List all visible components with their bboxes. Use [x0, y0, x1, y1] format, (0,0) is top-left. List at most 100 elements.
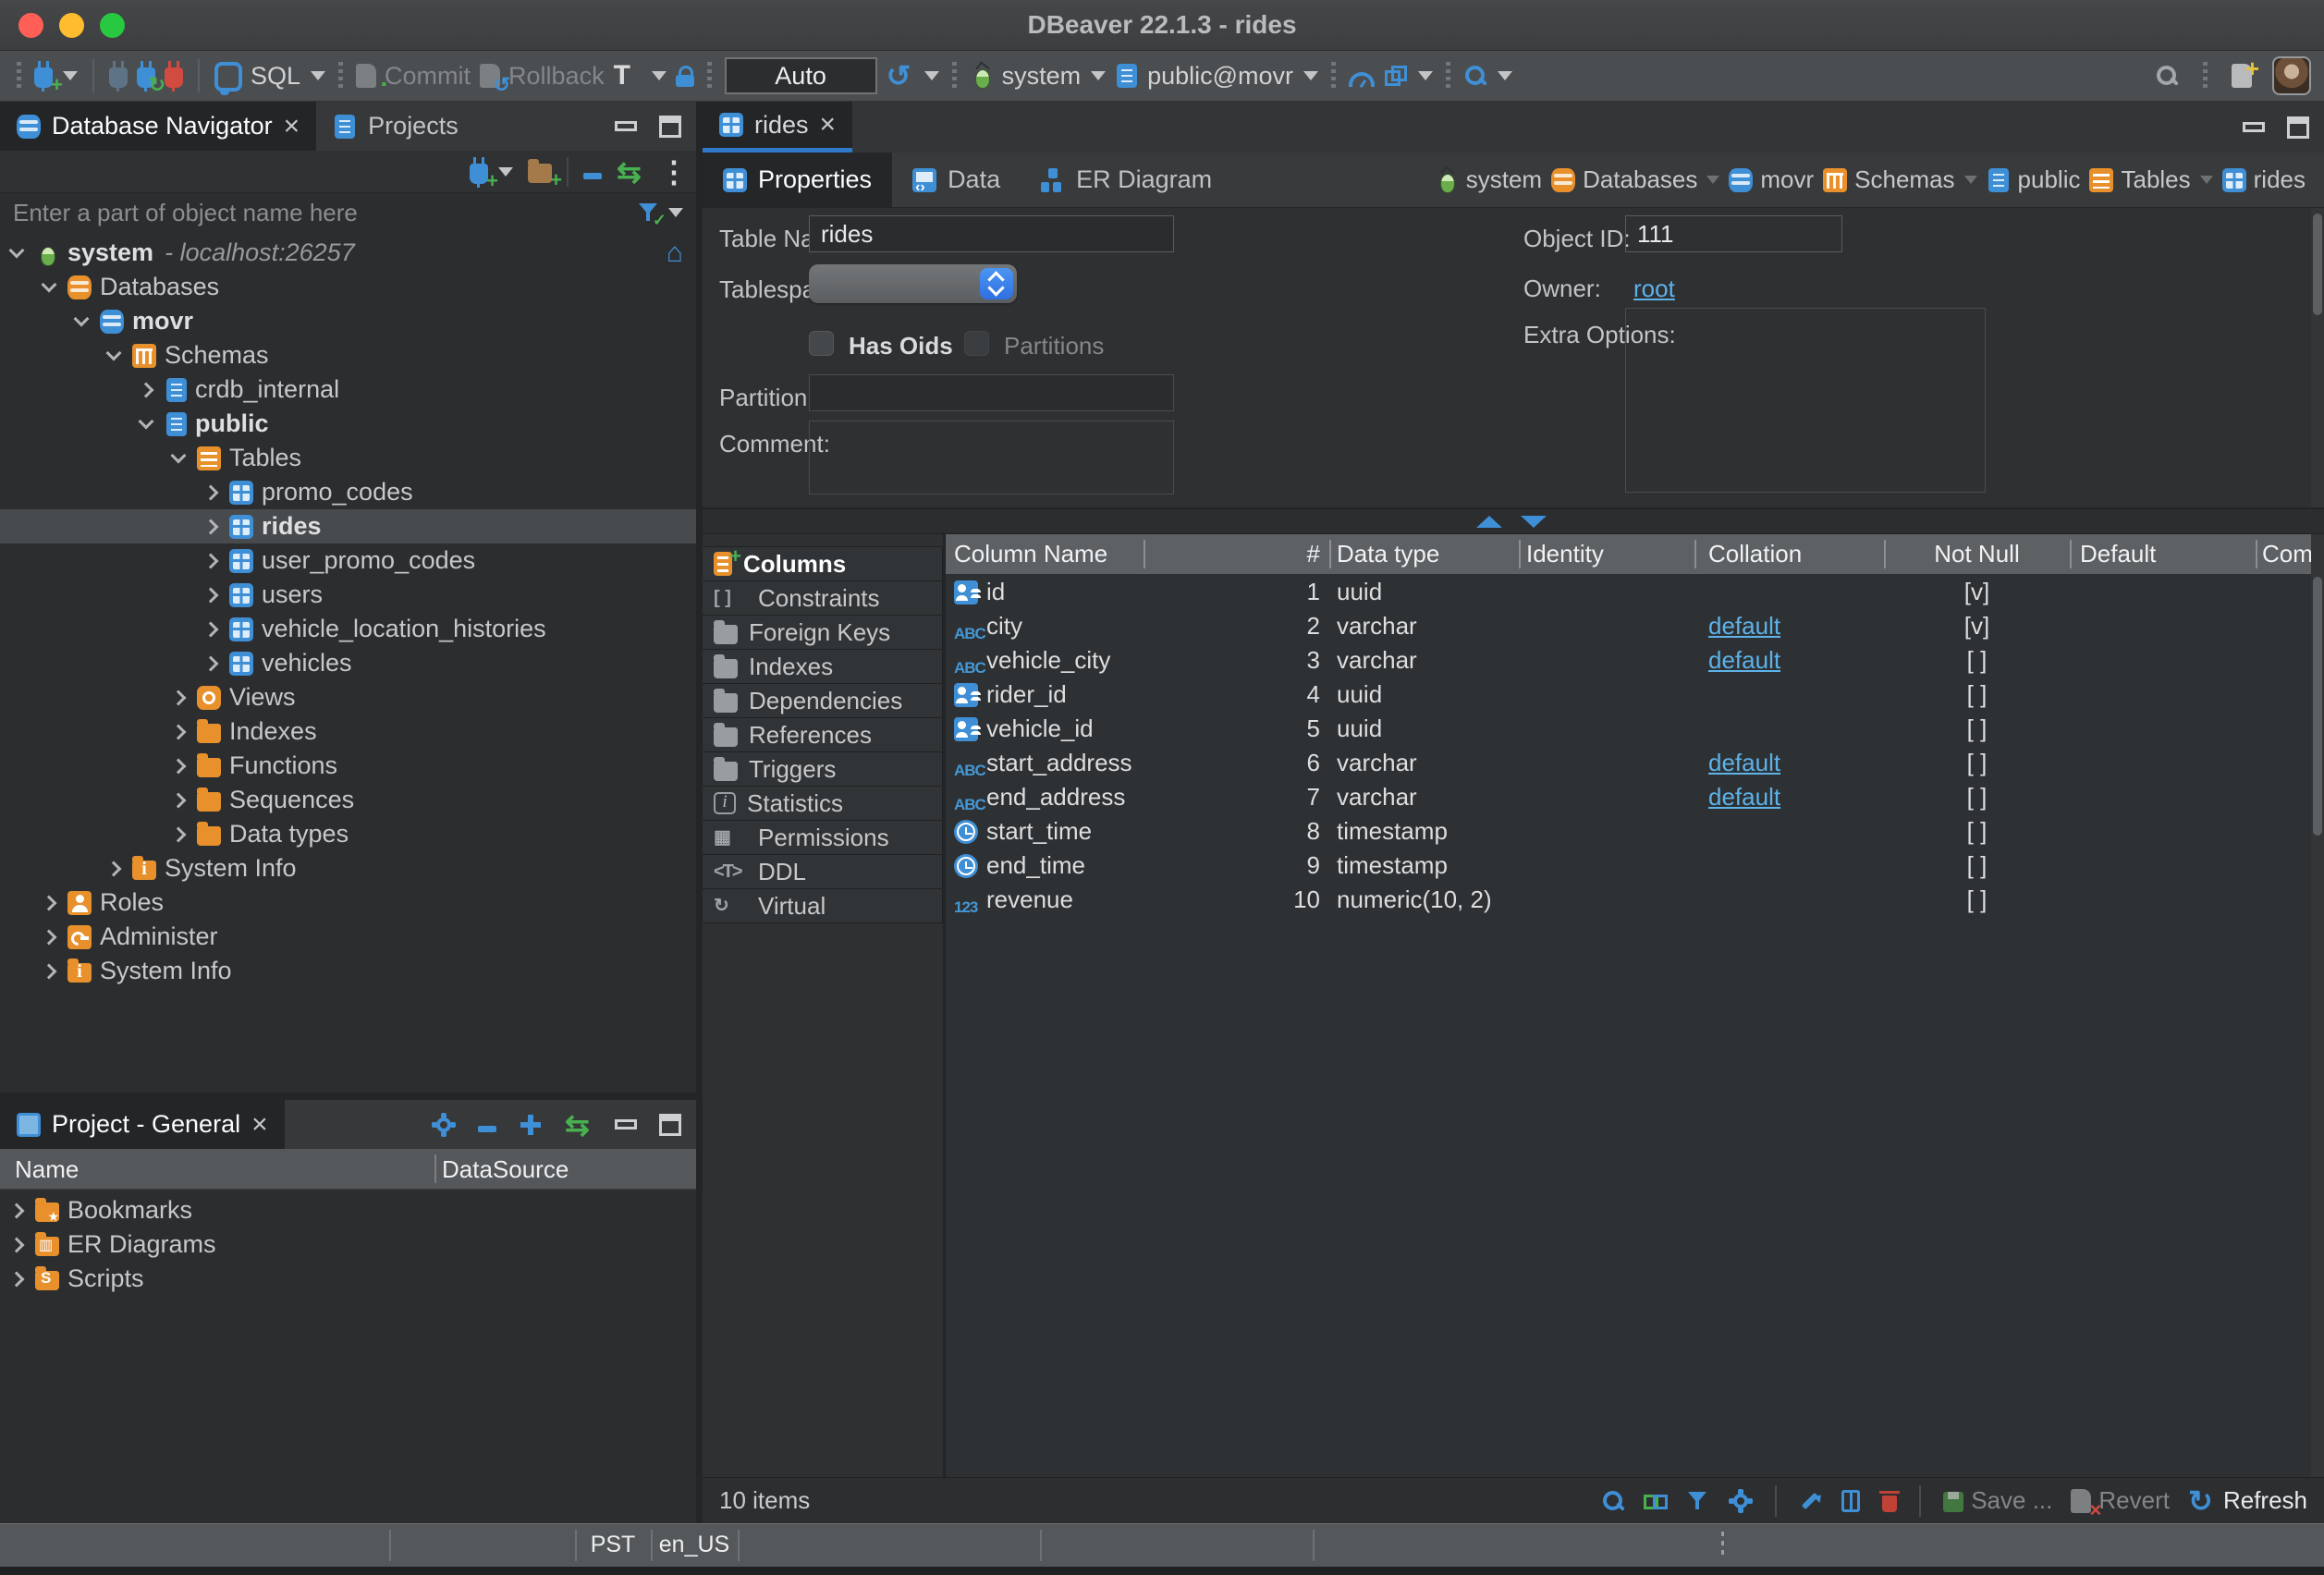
cell-not-null[interactable]: [ ]: [1884, 749, 2070, 777]
compare-data-button[interactable]: [1384, 64, 1433, 88]
object-id-input[interactable]: [1625, 215, 1842, 252]
tree-item-user-promo-codes[interactable]: user_promo_codes: [0, 543, 696, 578]
active-connection-select[interactable]: system: [970, 62, 1107, 91]
column-header-column-name[interactable]: Column Name: [954, 540, 1139, 568]
tree-item-users[interactable]: users: [0, 578, 696, 612]
project-item-scripts[interactable]: Scripts: [0, 1262, 696, 1296]
tree-item-administer[interactable]: Administer: [0, 920, 696, 954]
minimize-window-button[interactable]: [59, 13, 84, 38]
column-divider[interactable]: [434, 1154, 436, 1183]
cell-not-null[interactable]: [ ]: [1884, 851, 2070, 880]
column-divider[interactable]: [1144, 540, 1145, 568]
chevron-right-icon[interactable]: [203, 655, 219, 671]
view-menu-button[interactable]: [659, 160, 687, 184]
chevron-down-icon[interactable]: [668, 208, 683, 217]
object-filter-input[interactable]: [13, 199, 637, 227]
save-button[interactable]: Save ...: [1943, 1486, 2052, 1515]
close-icon[interactable]: ×: [820, 113, 837, 137]
maximize-panel-icon[interactable]: [659, 116, 681, 138]
cell-column-name[interactable]: start_time: [986, 817, 1092, 846]
cell-data-type[interactable]: numeric(10, 2): [1337, 885, 1492, 914]
splitter-sash[interactable]: [703, 508, 2324, 534]
table-name-input[interactable]: [809, 215, 1174, 252]
column-divider[interactable]: [2256, 540, 2257, 568]
column-divider[interactable]: [2070, 540, 2072, 568]
tree-item-system[interactable]: system- localhost:26257: [0, 236, 696, 270]
owner-link[interactable]: root: [1633, 275, 1675, 303]
minimize-panel-icon[interactable]: [615, 121, 637, 131]
chevron-right-icon[interactable]: [139, 382, 154, 397]
minimize-editor-icon[interactable]: [2243, 122, 2265, 132]
tree-item-roles[interactable]: Roles: [0, 885, 696, 920]
chevron-right-icon[interactable]: [171, 724, 187, 739]
maximize-panel-icon[interactable]: [659, 1114, 681, 1136]
tree-item-crdb-internal[interactable]: crdb_internal: [0, 372, 696, 407]
status-locale[interactable]: en_US: [651, 1532, 738, 1558]
open-perspective-button[interactable]: [2232, 64, 2252, 88]
tree-item-movr[interactable]: movr: [0, 304, 696, 338]
project-item-er-diagrams[interactable]: ER Diagrams: [0, 1227, 696, 1262]
tab-er-diagram[interactable]: ER Diagram: [1021, 153, 1232, 207]
dashboard-button[interactable]: [1349, 66, 1375, 87]
chevron-down-icon[interactable]: [106, 345, 122, 360]
columns-view-icon[interactable]: [1841, 1490, 1860, 1512]
column-header-data-type[interactable]: Data type: [1337, 540, 1512, 568]
tab-properties[interactable]: Properties: [703, 153, 892, 207]
cell-column-name[interactable]: end_address: [986, 783, 1125, 812]
close-window-button[interactable]: [18, 13, 43, 38]
breadcrumb-system[interactable]: system: [1435, 165, 1542, 194]
user-avatar[interactable]: [2272, 56, 2311, 95]
chevron-right-icon[interactable]: [171, 758, 187, 774]
chevron-right-icon[interactable]: [9, 1271, 25, 1287]
project-item-bookmarks[interactable]: Bookmarks: [0, 1193, 696, 1227]
column-header-identity[interactable]: Identity: [1526, 540, 1693, 568]
chevron-right-icon[interactable]: [9, 1203, 25, 1218]
cell-column-name[interactable]: start_address: [986, 749, 1132, 777]
chevron-right-icon[interactable]: [203, 484, 219, 500]
reconnect-button[interactable]: ↻: [137, 64, 155, 88]
expand-down-icon[interactable]: [1521, 516, 1547, 528]
tree-item-data-types[interactable]: Data types: [0, 817, 696, 851]
transaction-lock-button[interactable]: [676, 65, 694, 87]
cell-not-null[interactable]: [ ]: [1884, 783, 2070, 812]
chevron-right-icon[interactable]: [9, 1237, 25, 1252]
cell-column-name[interactable]: vehicle_city: [986, 646, 1110, 675]
column-row-vehicle-id[interactable]: vehicle_id5uuid[ ]: [946, 711, 2311, 745]
rollback-button[interactable]: ↺Rollback: [480, 62, 605, 91]
delete-icon[interactable]: [1882, 1496, 1897, 1512]
cell-data-type[interactable]: varchar: [1337, 646, 1417, 675]
cell-not-null[interactable]: [ ]: [1884, 680, 2070, 709]
breadcrumb-schemas[interactable]: Schemas: [1823, 165, 1976, 194]
column-header-name[interactable]: Name: [15, 1155, 79, 1184]
cell-not-null[interactable]: [ ]: [1884, 885, 2070, 914]
tab-projects[interactable]: Projects: [316, 102, 475, 151]
column-divider[interactable]: [1329, 540, 1331, 568]
chevron-right-icon[interactable]: [171, 826, 187, 842]
column-divider[interactable]: [1884, 540, 1886, 568]
chevron-right-icon[interactable]: [42, 929, 57, 945]
close-icon[interactable]: ×: [251, 1113, 268, 1137]
close-icon[interactable]: ×: [284, 115, 300, 139]
tree-item-databases[interactable]: Databases: [0, 270, 696, 304]
object-tab-indexes[interactable]: Indexes: [703, 649, 943, 684]
cell-data-type[interactable]: uuid: [1337, 578, 1382, 606]
chevron-right-icon[interactable]: [106, 861, 122, 876]
has-oids-checkbox[interactable]: [809, 331, 834, 356]
chevron-right-icon[interactable]: [42, 963, 57, 979]
link-arrows-icon[interactable]: [565, 1113, 593, 1137]
tree-item-tables[interactable]: Tables: [0, 441, 696, 475]
chevron-down-icon[interactable]: [74, 311, 90, 326]
chevron-down-icon[interactable]: [9, 242, 25, 258]
breadcrumb-public[interactable]: public: [1987, 165, 2081, 194]
breadcrumb-movr[interactable]: movr: [1729, 165, 1814, 194]
object-tab-foreign-keys[interactable]: Foreign Keys: [703, 615, 943, 650]
column-header-not-null[interactable]: Not Null: [1884, 540, 2070, 568]
tree-item-indexes[interactable]: Indexes: [0, 714, 696, 749]
chevron-down-icon[interactable]: [171, 447, 187, 463]
zoom-window-button[interactable]: [100, 13, 125, 38]
object-tab-ddl[interactable]: DDL: [703, 854, 943, 889]
column-row-start-address[interactable]: start_address6varchardefault[ ]: [946, 745, 2311, 779]
column-divider[interactable]: [1694, 540, 1696, 568]
chevron-down-icon[interactable]: [139, 413, 154, 429]
expand-up-icon[interactable]: [1476, 516, 1502, 528]
